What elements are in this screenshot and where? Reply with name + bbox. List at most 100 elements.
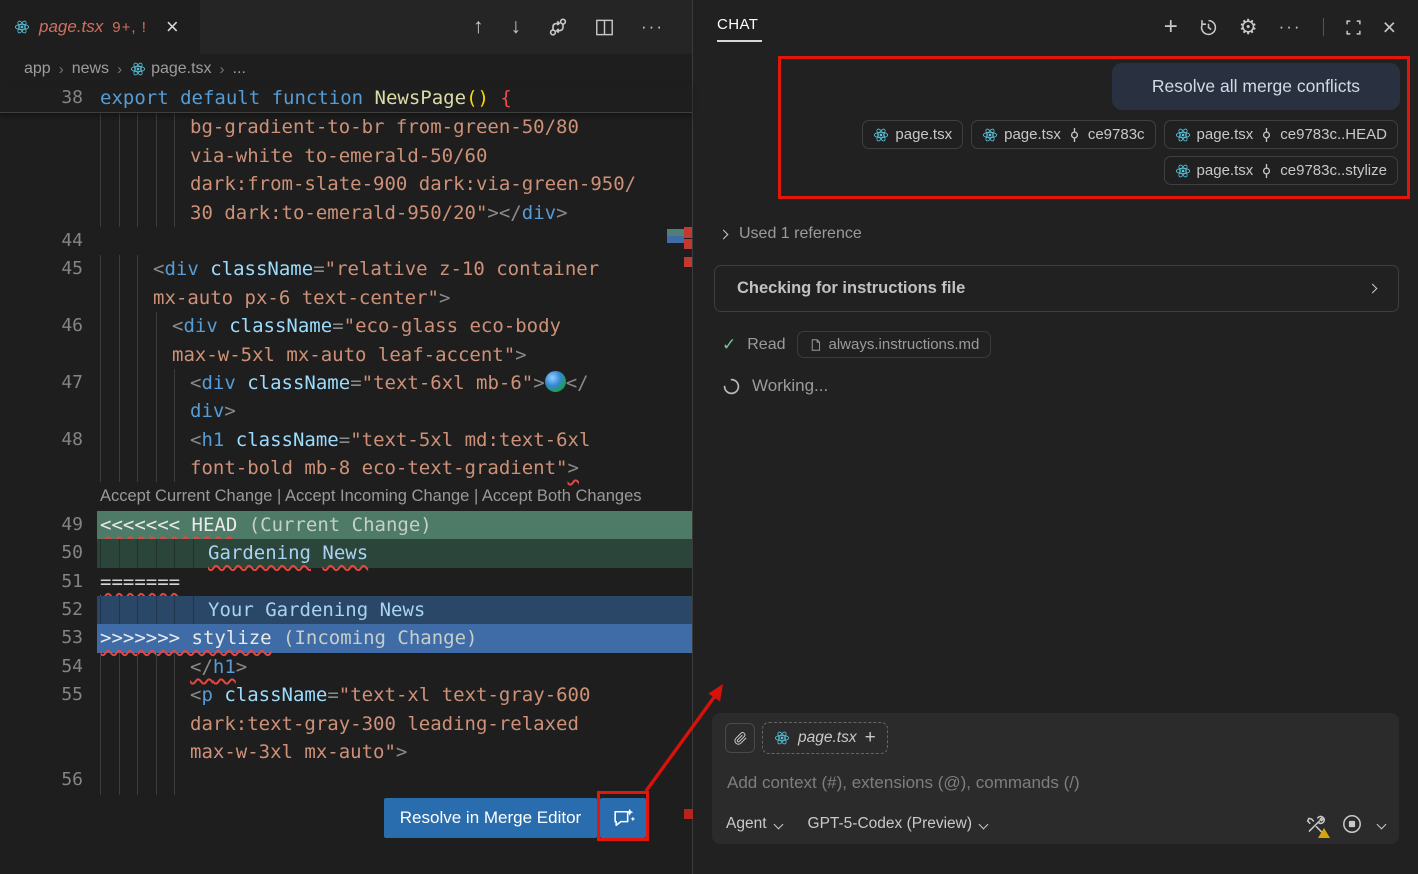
warning-triangle-icon bbox=[1318, 828, 1330, 838]
line-number bbox=[0, 284, 97, 312]
breadcrumb-separator: › bbox=[59, 61, 64, 78]
instructions-step-panel[interactable]: Checking for instructions file bbox=[714, 265, 1399, 312]
code-line-50: 50Gardening News bbox=[0, 539, 692, 567]
codelens-action[interactable]: Accept Both Changes bbox=[482, 487, 642, 505]
add-context-plus-icon[interactable]: + bbox=[865, 727, 876, 749]
screen-expand-icon[interactable] bbox=[1345, 19, 1362, 36]
line-number: 48 bbox=[0, 426, 97, 454]
code-line-wrap: via-white to-emerald-50/60 bbox=[0, 142, 692, 170]
used-references-label: Used 1 reference bbox=[739, 225, 862, 243]
context-chip[interactable]: page.tsx ce9783c..stylize bbox=[1164, 156, 1398, 185]
react-icon bbox=[14, 19, 30, 35]
mode-label: Agent bbox=[726, 815, 767, 833]
line-number: 46 bbox=[0, 312, 97, 340]
vscode-window: page.tsx 9+, ! × ↑ ↓ bbox=[0, 0, 1418, 874]
line-number: 44 bbox=[0, 227, 97, 255]
line-number bbox=[0, 454, 97, 482]
chip-file-name: page.tsx bbox=[1197, 126, 1254, 143]
tab-title: page.tsx bbox=[39, 17, 103, 37]
react-icon bbox=[774, 730, 790, 746]
read-label: Read bbox=[747, 336, 785, 354]
chip-git-ref: ce9783c..stylize bbox=[1280, 162, 1387, 179]
breadcrumb-item[interactable]: ... bbox=[233, 60, 246, 78]
line-number bbox=[0, 170, 97, 198]
history-icon[interactable] bbox=[1199, 18, 1218, 37]
context-chip[interactable]: page.tsxce9783c bbox=[971, 120, 1155, 149]
configure-tools-button[interactable] bbox=[1305, 814, 1326, 835]
copilot-chat-sparkle-icon[interactable] bbox=[600, 798, 646, 838]
line-number: 38 bbox=[0, 84, 97, 112]
line-number: 47 bbox=[0, 369, 97, 397]
chevron-down-icon[interactable] bbox=[1377, 819, 1387, 829]
indent-guide bbox=[137, 766, 138, 794]
settings-gear-icon[interactable]: ⚙ bbox=[1239, 15, 1258, 40]
next-change-icon[interactable]: ↓ bbox=[511, 15, 522, 39]
split-editor-icon[interactable] bbox=[595, 18, 614, 37]
chevron-right-icon bbox=[1368, 284, 1378, 294]
code-line-46: 46<div className="eco-glass eco-body bbox=[0, 312, 692, 340]
resolve-in-merge-editor-button[interactable]: Resolve in Merge Editor bbox=[384, 798, 597, 838]
working-status: Working... bbox=[723, 376, 828, 396]
context-chip[interactable]: page.tsx bbox=[862, 120, 963, 149]
read-file-chip[interactable]: always.instructions.md bbox=[797, 331, 992, 358]
context-chip-row: page.tsx page.tsxce9783c page.tsxce9783c..… bbox=[862, 120, 1398, 149]
line-number bbox=[0, 482, 97, 510]
line-number: 52 bbox=[0, 596, 97, 624]
breadcrumb-item[interactable]: news bbox=[72, 60, 109, 78]
line-number: 45 bbox=[0, 255, 97, 283]
chat-input-field[interactable]: Add context (#), extensions (@), command… bbox=[727, 773, 1080, 793]
code-line-wrap: max-w-3xl mx-auto"> bbox=[0, 738, 692, 766]
git-commit-icon bbox=[1067, 127, 1082, 143]
attached-context-chip[interactable]: page.tsx + bbox=[762, 722, 888, 754]
chat-header: CHAT + ⚙ ··· × bbox=[693, 0, 1418, 54]
mode-selector[interactable]: Agent bbox=[726, 815, 782, 833]
codelens-action[interactable]: Accept Current Change bbox=[100, 487, 272, 505]
attached-file-name: page.tsx bbox=[798, 729, 857, 747]
context-chip[interactable]: page.tsxce9783c..HEAD bbox=[1164, 120, 1398, 149]
more-actions-icon[interactable]: ··· bbox=[641, 17, 664, 37]
code-line-49: 49<<<<<<< HEAD (Current Change) bbox=[0, 511, 692, 539]
code-line-wrap: div> bbox=[0, 397, 692, 425]
open-changes-icon[interactable] bbox=[548, 17, 568, 37]
breadcrumb-item[interactable]: page.tsx bbox=[130, 60, 211, 78]
line-number: 53 bbox=[0, 624, 97, 652]
indent-guide bbox=[100, 766, 101, 794]
line-number: 51 bbox=[0, 568, 97, 596]
codelens-row: Accept Current Change | Accept Incoming … bbox=[0, 482, 692, 510]
code-line-56: 56 bbox=[0, 766, 692, 794]
react-icon bbox=[873, 127, 889, 143]
previous-change-icon[interactable]: ↑ bbox=[473, 15, 484, 39]
breadcrumb[interactable]: app›news›page.tsx›... bbox=[0, 54, 692, 84]
indent-guide bbox=[156, 766, 157, 794]
instructions-step-title: Checking for instructions file bbox=[737, 279, 965, 298]
chat-tab-title[interactable]: CHAT bbox=[717, 16, 758, 33]
read-file-step: ✓ Read always.instructions.md bbox=[722, 331, 991, 358]
line-number: 56 bbox=[0, 766, 97, 794]
chevron-down-icon bbox=[979, 819, 989, 829]
line-number bbox=[0, 397, 97, 425]
react-icon bbox=[1175, 163, 1191, 179]
used-references-toggle[interactable]: Used 1 reference bbox=[720, 225, 862, 243]
tab-bar: page.tsx 9+, ! × ↑ ↓ bbox=[0, 0, 692, 54]
chip-file-name: page.tsx bbox=[1197, 162, 1254, 179]
tab-page-tsx[interactable]: page.tsx 9+, ! × bbox=[0, 0, 200, 54]
codelens-action[interactable]: Accept Incoming Change bbox=[285, 487, 469, 505]
react-icon bbox=[1175, 127, 1191, 143]
close-tab-icon[interactable]: × bbox=[166, 17, 179, 37]
more-icon[interactable]: ··· bbox=[1279, 17, 1302, 37]
tab-badge: 9+, ! bbox=[112, 19, 147, 36]
close-panel-icon[interactable]: × bbox=[1383, 14, 1396, 41]
code-line-wrap: dark:from-slate-900 dark:via-green-950/ bbox=[0, 170, 692, 198]
code-line-44: 44 bbox=[0, 227, 692, 255]
attach-paperclip-icon bbox=[733, 731, 748, 746]
model-selector[interactable]: GPT-5-Codex (Preview) bbox=[808, 815, 988, 833]
attach-paperclip-button[interactable] bbox=[725, 723, 755, 753]
stop-button[interactable] bbox=[1342, 814, 1362, 834]
codelens-separator: | bbox=[272, 487, 285, 505]
new-chat-icon[interactable]: + bbox=[1164, 13, 1178, 41]
breadcrumb-item[interactable]: app bbox=[24, 60, 51, 78]
codelens-separator: | bbox=[469, 487, 482, 505]
line-number bbox=[0, 738, 97, 766]
code-line-55: 55<p className="text-xl text-gray-600 bbox=[0, 681, 692, 709]
chat-input-container[interactable]: page.tsx + Add context (#), extensions (… bbox=[712, 713, 1399, 844]
